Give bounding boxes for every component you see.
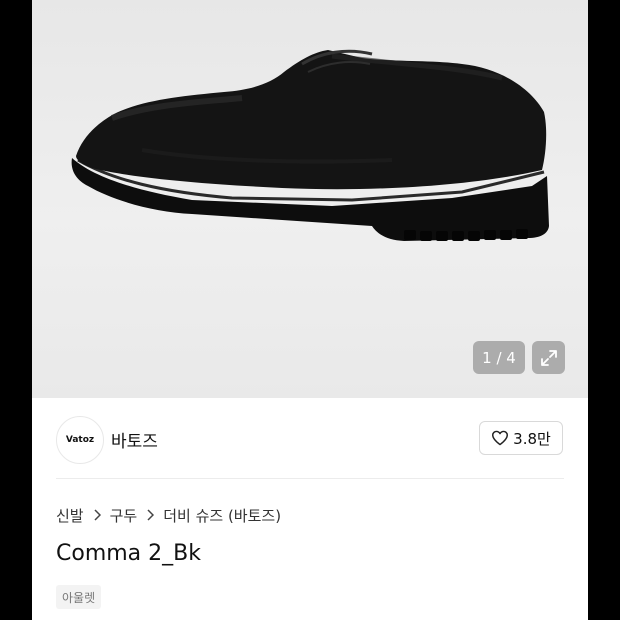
product-title: Comma 2_Bk	[56, 541, 201, 566]
like-button[interactable]: 3.8만	[479, 421, 563, 455]
brand-logo[interactable]: Vatoz	[56, 416, 104, 464]
breadcrumb-item-dress-shoes[interactable]: 구두	[110, 505, 138, 526]
like-count: 3.8만	[513, 429, 551, 448]
product-image	[71, 49, 549, 241]
product-gallery[interactable]: 1 / 4	[32, 0, 588, 398]
brand-logo-text: Vatoz	[65, 435, 95, 445]
expand-icon	[540, 349, 557, 366]
gallery-pager: 1 / 4	[473, 341, 525, 374]
brand-name[interactable]: 바토즈	[111, 427, 158, 452]
breadcrumb-item-shoes[interactable]: 신발	[56, 505, 84, 526]
breadcrumb-item-derby[interactable]: 더비 슈즈 (바토즈)	[163, 505, 281, 526]
outlet-tag: 아울렛	[56, 585, 102, 609]
brand-row[interactable]: Vatoz 바토즈 3.8만	[32, 398, 588, 480]
heart-outline-icon	[492, 430, 509, 446]
chevron-right-icon	[93, 509, 101, 521]
expand-button[interactable]	[532, 341, 565, 374]
chevron-right-icon	[146, 509, 155, 521]
breadcrumb: 신발 구두 더비 슈즈 (바토즈)	[56, 504, 281, 526]
app-frame: 1 / 4 Vatoz 바토즈 3.8만 신발 구두 더비 슈즈 (바토즈) C…	[32, 0, 588, 620]
divider	[56, 478, 564, 479]
